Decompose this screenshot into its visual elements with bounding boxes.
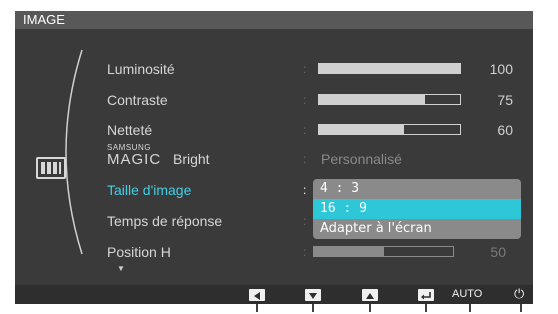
separator-colon: : xyxy=(303,152,307,166)
separator-colon: : xyxy=(303,93,307,107)
brightness-slider-fill xyxy=(319,64,460,73)
up-button-icon[interactable] xyxy=(362,289,378,301)
dropdown-option-4-3[interactable]: 4 : 3 xyxy=(313,179,521,199)
menu-item-response-time[interactable]: Temps de réponse xyxy=(107,212,222,230)
menu-item-h-position[interactable]: Position H xyxy=(107,243,171,261)
button-position-ticks xyxy=(256,304,522,312)
sharpness-slider-fill xyxy=(319,125,404,134)
magic-bright-label: Bright xyxy=(173,151,210,167)
brightness-value: 100 xyxy=(489,61,513,77)
menu-title: IMAGE xyxy=(15,11,533,29)
contrast-slider[interactable] xyxy=(318,94,461,105)
sharpness-value: 60 xyxy=(497,122,513,138)
separator-colon: : xyxy=(303,245,307,259)
image-size-dropdown[interactable]: 4 : 3 16 : 9 Adapter à l'écran xyxy=(313,179,521,239)
separator-colon: : xyxy=(303,214,307,228)
h-position-slider-fill xyxy=(314,247,384,256)
contrast-slider-fill xyxy=(319,95,425,104)
scroll-down-indicator-icon: ▼ xyxy=(117,264,125,273)
h-position-slider[interactable] xyxy=(313,246,454,257)
brightness-slider[interactable] xyxy=(318,63,461,74)
dropdown-option-16-9[interactable]: 16 : 9 xyxy=(313,199,521,219)
enter-button-icon[interactable] xyxy=(418,289,434,301)
picture-category-icon xyxy=(36,157,66,179)
menu-item-image-size[interactable]: Taille d'image xyxy=(107,181,191,199)
menu-item-contrast[interactable]: Contraste xyxy=(107,91,168,109)
magic-bright-value: Personnalisé xyxy=(321,151,402,167)
magic-bright-brand-large: MAGIC xyxy=(107,151,162,168)
separator-colon: : xyxy=(303,62,307,76)
sharpness-slider[interactable] xyxy=(318,124,461,135)
separator-colon: : xyxy=(303,183,307,197)
menu-item-brightness[interactable]: Luminosité xyxy=(107,60,175,78)
contrast-value: 75 xyxy=(497,92,513,108)
dropdown-option-fit-screen[interactable]: Adapter à l'écran xyxy=(313,219,521,239)
menu-item-sharpness[interactable]: Netteté xyxy=(107,121,152,139)
separator-colon: : xyxy=(303,123,307,137)
left-button-icon[interactable] xyxy=(249,289,265,301)
auto-button[interactable]: AUTO xyxy=(452,287,482,302)
osd-menu: IMAGE Luminosité : 100 Contraste : 75 Ne… xyxy=(0,0,558,314)
power-button-icon[interactable]: ⏻ xyxy=(514,286,524,301)
down-button-icon[interactable] xyxy=(305,289,321,301)
h-position-value: 50 xyxy=(490,244,506,260)
